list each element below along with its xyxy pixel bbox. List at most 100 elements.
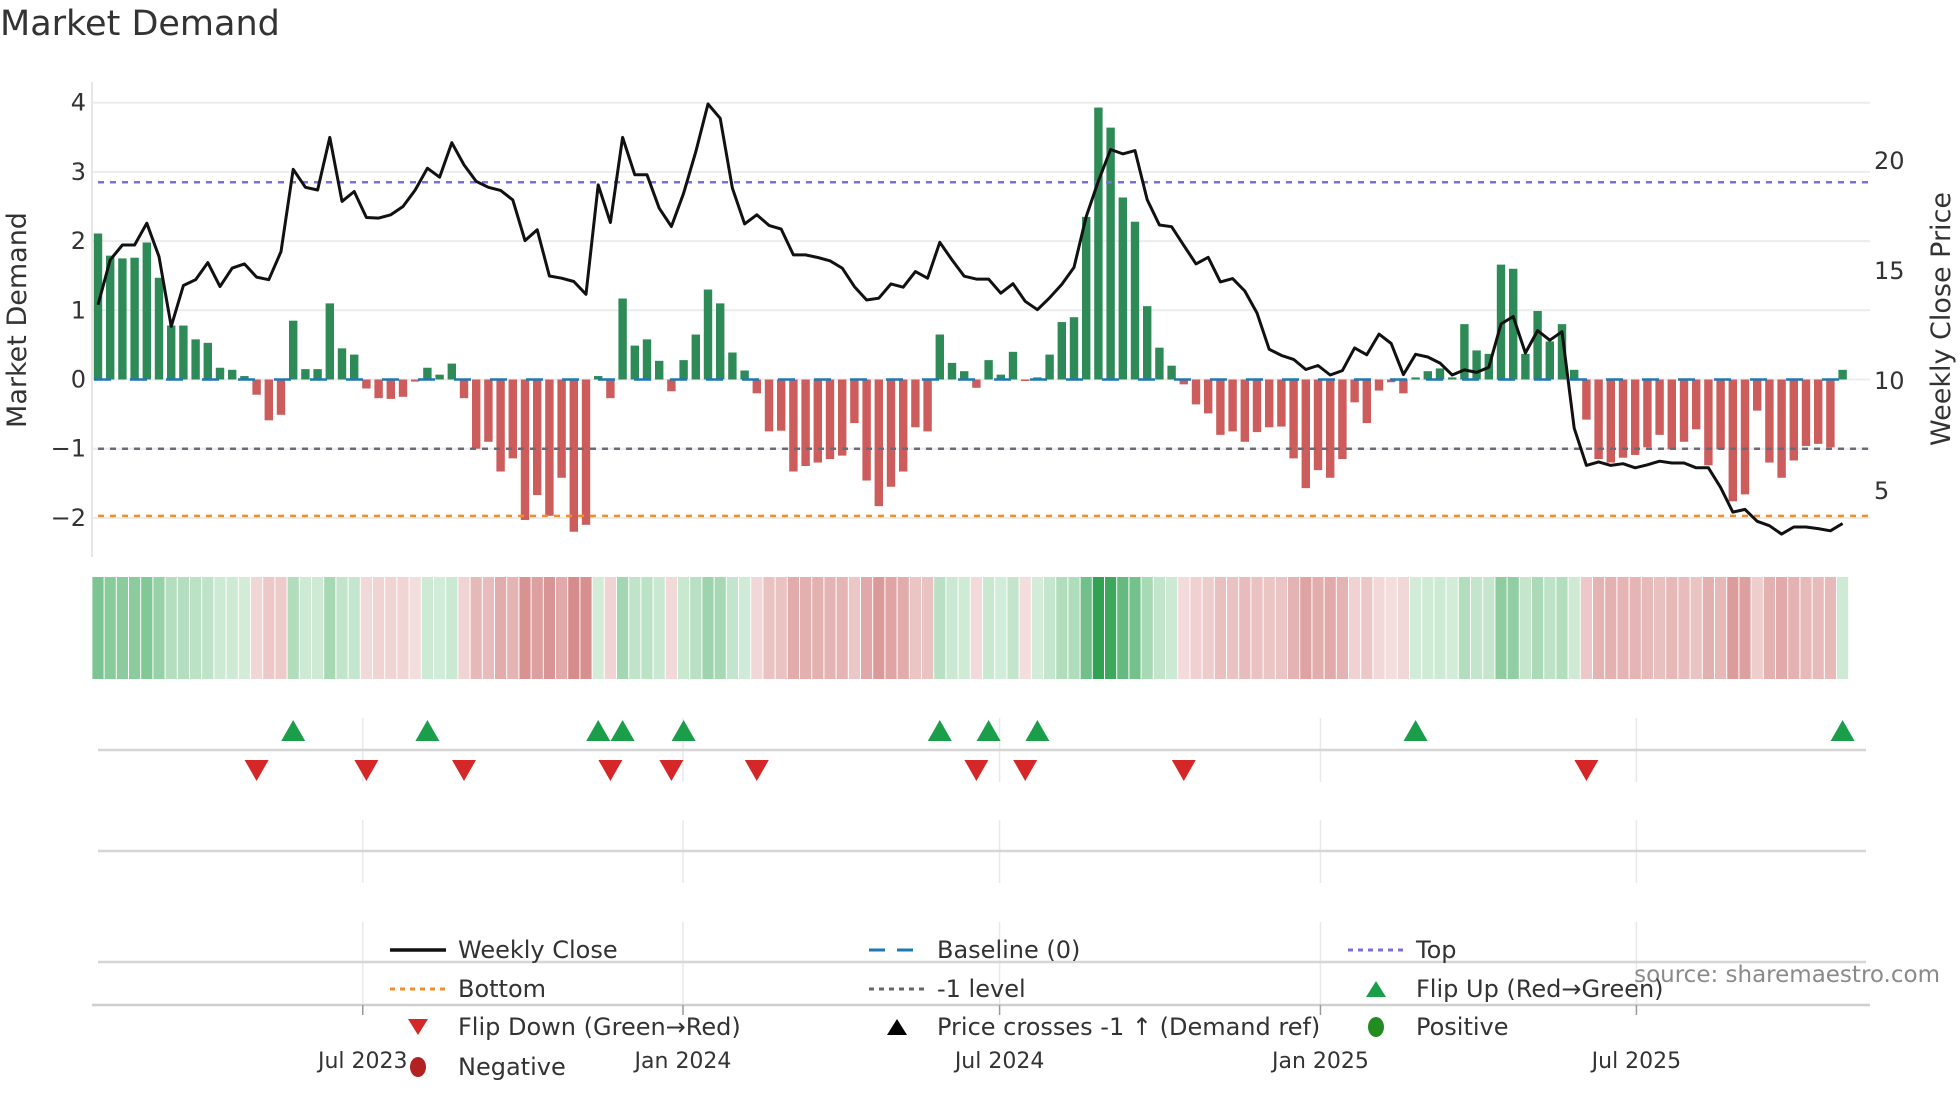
heatmap-cell [1507,577,1519,679]
heatmap-cell [1458,577,1470,679]
demand-bar [1448,377,1457,380]
demand-bar [447,363,456,380]
heatmap-cell [226,577,238,679]
demand-bar [130,257,139,380]
heatmap-cell [775,577,787,679]
heatmap-cell [385,577,397,679]
heatmap-cell [1593,577,1605,679]
demand-bar [533,379,542,496]
heatmap-cell [1373,577,1385,679]
legend-item[interactable]: -1 level [867,975,1026,1003]
legend-item[interactable]: Flip Up (Red→Green) [1346,975,1664,1003]
demand-bar [1326,379,1335,478]
heatmap-cell [1544,577,1556,679]
legend-item[interactable]: Price crosses -1 ↑ (Demand ref) [867,1013,1320,1041]
demand-bar [1606,379,1615,463]
demand-bar [179,325,188,380]
heatmap-cell [800,577,812,679]
demand-bar [118,258,127,380]
legend-item[interactable]: Flip Down (Green→Red) [388,1013,741,1041]
heatmap-cell [373,577,385,679]
demand-bar [1472,350,1481,380]
demand-bar [252,379,261,395]
heatmap-cell [482,577,494,679]
heatmap-cell [336,577,348,679]
heatmap-cell [1763,577,1775,679]
demand-bar [1814,379,1823,444]
flip-up-marker [927,720,952,741]
heatmap-cell [751,577,763,679]
demand-bar [838,379,847,456]
legend-item[interactable]: Weekly Close [388,936,618,964]
demand-bar [1082,216,1091,380]
flip-up-marker [1025,720,1050,741]
flip-down-marker [244,760,269,781]
demand-bar [899,379,908,472]
demand-bar [1045,354,1054,380]
heatmap-cell [1397,577,1409,679]
demand-bar [1094,107,1103,380]
legend-item[interactable]: Positive [1346,1013,1509,1041]
demand-heatmap-strip [92,577,1849,679]
demand-bar [679,360,688,380]
heatmap-cell [1190,577,1202,679]
heatmap-cell [1739,577,1751,679]
heatmap-cell [1019,577,1031,679]
y2-tick-label: 5 [1874,477,1889,505]
heatmap-cell [214,577,226,679]
legend-label: Weekly Close [458,936,618,964]
heatmap-cell [446,577,458,679]
demand-bar [557,379,566,478]
legend-item[interactable]: Bottom [388,975,546,1003]
demand-bar [1631,379,1640,455]
demand-bar [1667,379,1676,450]
flip-up-marker [610,720,635,741]
heatmap-cell [1422,577,1434,679]
heatmap-cell [1349,577,1361,679]
triangle-down-icon [408,1019,428,1035]
heatmap-cell [787,577,799,679]
heatmap-cell [1702,577,1714,679]
y2-tick-label: 10 [1874,367,1905,395]
heatmap-cell [409,577,421,679]
legend-label: Flip Up (Red→Green) [1416,975,1664,1003]
demand-bar [618,298,627,380]
demand-bar [1399,379,1408,394]
flip-down-marker [964,760,989,781]
demand-bar [1777,379,1786,478]
heatmap-cell [324,577,336,679]
legend-item[interactable]: Top [1346,936,1457,964]
y-tick-label: −2 [51,504,86,532]
y-axis-title: Market Demand [2,212,33,428]
heatmap-cell [861,577,873,679]
flip-down-marker [1574,760,1599,781]
demand-bar [191,339,200,380]
flip-down-marker [744,760,769,781]
demand-bar [874,379,883,507]
demand-bar [386,379,395,399]
demand-bar [630,345,639,380]
heatmap-cell [1519,577,1531,679]
demand-bar [1216,379,1225,435]
demand-bar [1765,379,1774,463]
flip-up-marker [976,720,1001,741]
demand-bar [508,379,517,459]
legend-item[interactable]: Negative [388,1053,566,1081]
heatmap-cell [1434,577,1446,679]
triangle-up-icon [887,1019,907,1035]
y2-tick-label: 20 [1874,147,1905,175]
demand-bar [1021,379,1030,381]
demand-bar [716,303,725,380]
heatmap-cell [983,577,995,679]
demand-bar [862,379,871,481]
heatmap-cell [1227,577,1239,679]
demand-bar [289,320,298,380]
heatmap-cell [641,577,653,679]
legend-item[interactable]: Baseline (0) [867,936,1080,964]
flip-down-marker [452,760,476,781]
legend-label: -1 level [937,975,1026,1003]
triangle-up-icon [1366,981,1386,997]
heatmap-cell [1044,577,1056,679]
demand-bar [764,379,774,432]
demand-bar [1679,379,1689,442]
